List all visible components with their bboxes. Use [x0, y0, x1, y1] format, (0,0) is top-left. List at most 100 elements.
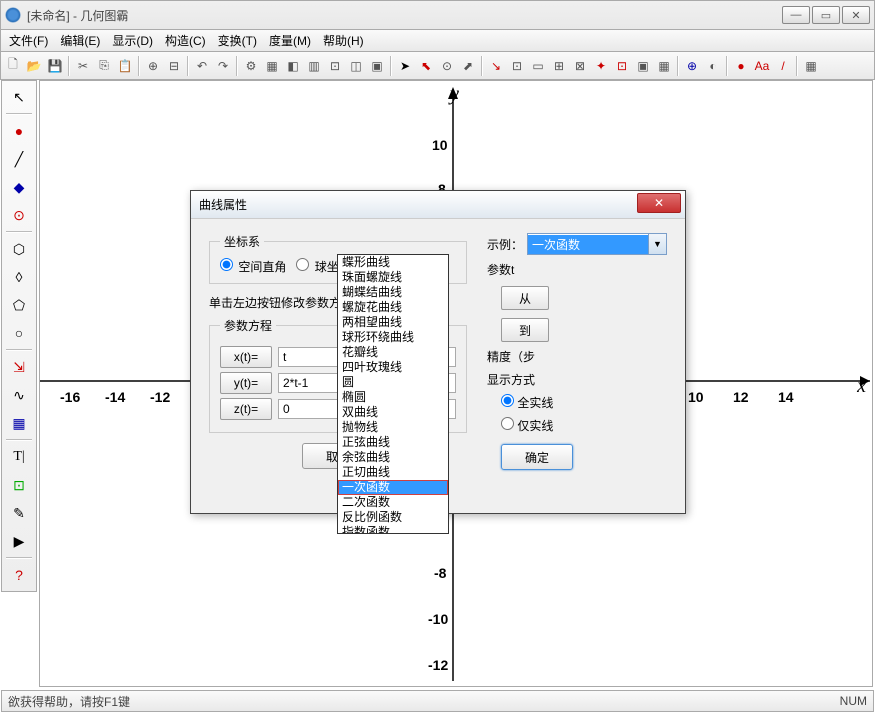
- menu-help[interactable]: 帮助(H): [317, 30, 370, 51]
- dropdown-option[interactable]: 余弦曲线: [338, 450, 448, 465]
- tool-icon[interactable]: ⊡: [325, 56, 345, 76]
- dropdown-option[interactable]: 指数函数: [338, 525, 448, 534]
- menu-transform[interactable]: 变换(T): [212, 30, 263, 51]
- pointer-tool-icon[interactable]: ↖: [3, 83, 35, 111]
- ok-button[interactable]: 确定: [501, 444, 573, 470]
- tool-icon[interactable]: ●: [731, 56, 751, 76]
- coord-legend: 坐标系: [220, 233, 264, 250]
- tool-icon[interactable]: ▦: [801, 56, 821, 76]
- dropdown-option[interactable]: 正切曲线: [338, 465, 448, 480]
- new-icon[interactable]: 🗋: [3, 56, 23, 76]
- tool-icon[interactable]: ⊕: [682, 56, 702, 76]
- dropdown-option[interactable]: 蝶形曲线: [338, 255, 448, 270]
- point-tool-icon[interactable]: ●: [3, 117, 35, 145]
- curve-tool-icon[interactable]: ∿: [3, 381, 35, 409]
- sphere-tool-icon[interactable]: ○: [3, 319, 35, 347]
- dropdown-option[interactable]: 球形环绕曲线: [338, 330, 448, 345]
- from-button[interactable]: 从: [501, 286, 549, 310]
- display-radio-full[interactable]: 全实线: [501, 394, 553, 411]
- tool-icon[interactable]: ↘: [486, 56, 506, 76]
- prism-tool-icon[interactable]: ⬠: [3, 291, 35, 319]
- dropdown-option[interactable]: 椭圆: [338, 390, 448, 405]
- copy-icon[interactable]: ⎘: [94, 56, 114, 76]
- open-icon[interactable]: 📂: [24, 56, 44, 76]
- tool-icon[interactable]: ⊙: [437, 56, 457, 76]
- axes-tool-icon[interactable]: ⇲: [3, 353, 35, 381]
- text-tool-icon[interactable]: T|: [3, 443, 35, 471]
- redo-icon[interactable]: ↷: [213, 56, 233, 76]
- menu-edit[interactable]: 编辑(E): [54, 30, 106, 51]
- tool-icon[interactable]: ▣: [633, 56, 653, 76]
- tool-icon[interactable]: ⊠: [570, 56, 590, 76]
- tool-icon[interactable]: ⊡: [507, 56, 527, 76]
- dropdown-option-highlighted[interactable]: 一次函数: [338, 480, 448, 495]
- undo-icon[interactable]: ↶: [192, 56, 212, 76]
- tool-icon[interactable]: ⊞: [549, 56, 569, 76]
- dialog-close-button[interactable]: ✕: [637, 193, 681, 213]
- menu-file[interactable]: 文件(F): [3, 30, 54, 51]
- example-combobox[interactable]: 一次函数 ▼: [527, 233, 667, 255]
- arrow-icon[interactable]: ➤: [395, 56, 415, 76]
- text-icon[interactable]: Aa: [752, 56, 772, 76]
- save-icon[interactable]: 💾: [45, 56, 65, 76]
- chevron-down-icon[interactable]: ▼: [648, 234, 666, 254]
- dropdown-option[interactable]: 双曲线: [338, 405, 448, 420]
- menu-measure[interactable]: 度量(M): [263, 30, 317, 51]
- yt-button[interactable]: y(t)=: [220, 372, 272, 394]
- tool-icon[interactable]: ▭: [528, 56, 548, 76]
- tool-icon[interactable]: ✦: [591, 56, 611, 76]
- tool-icon[interactable]: ⊡: [612, 56, 632, 76]
- dropdown-option[interactable]: 反比例函数: [338, 510, 448, 525]
- dropdown-option[interactable]: 花瓣线: [338, 345, 448, 360]
- tool-icon[interactable]: ⊕: [143, 56, 163, 76]
- close-button[interactable]: ✕: [842, 6, 870, 24]
- paste-icon[interactable]: 📋: [115, 56, 135, 76]
- to-button[interactable]: 到: [501, 318, 549, 342]
- play-tool-icon[interactable]: ▶: [3, 527, 35, 555]
- display-radio-only[interactable]: 仅实线: [501, 417, 553, 434]
- maximize-button[interactable]: ▭: [812, 6, 840, 24]
- cut-icon[interactable]: ✂: [73, 56, 93, 76]
- pen-tool-icon[interactable]: ✎: [3, 499, 35, 527]
- tool-icon[interactable]: ▦: [262, 56, 282, 76]
- dropdown-option[interactable]: 四叶玫瑰线: [338, 360, 448, 375]
- coord-radio-cartesian[interactable]: 空间直角: [220, 258, 286, 275]
- tool-icon[interactable]: ⬈: [458, 56, 478, 76]
- dropdown-option[interactable]: 抛物线: [338, 420, 448, 435]
- y-tick: 10: [432, 137, 448, 153]
- dropdown-option[interactable]: 圆: [338, 375, 448, 390]
- calc-tool-icon[interactable]: ▦: [3, 409, 35, 437]
- statusbar: 欲获得帮助，请按F1键 NUM: [1, 690, 874, 712]
- tool-icon[interactable]: ▦: [654, 56, 674, 76]
- xt-button[interactable]: x(t)=: [220, 346, 272, 368]
- x-tick: 14: [778, 389, 794, 405]
- tool-icon[interactable]: ◫: [346, 56, 366, 76]
- dropdown-option[interactable]: 两相望曲线: [338, 315, 448, 330]
- menu-display[interactable]: 显示(D): [106, 30, 159, 51]
- dropdown-option[interactable]: 螺旋花曲线: [338, 300, 448, 315]
- line-tool-icon[interactable]: ╱: [3, 145, 35, 173]
- help-tool-icon[interactable]: ?: [3, 561, 35, 589]
- menu-construct[interactable]: 构造(C): [159, 30, 212, 51]
- polygon-tool-icon[interactable]: ◆: [3, 173, 35, 201]
- example-dropdown-list[interactable]: 蝶形曲线 珠面螺旋线 蝴蝶结曲线 螺旋花曲线 两相望曲线 球形环绕曲线 花瓣线 …: [337, 254, 449, 534]
- tool-icon[interactable]: ⊟: [164, 56, 184, 76]
- gear-icon[interactable]: ⚙: [241, 56, 261, 76]
- minimize-button[interactable]: —: [782, 6, 810, 24]
- dropdown-option[interactable]: 蝴蝶结曲线: [338, 285, 448, 300]
- cube-tool-icon[interactable]: ⬡: [3, 235, 35, 263]
- tool-icon[interactable]: ▥: [304, 56, 324, 76]
- dropdown-option[interactable]: 珠面螺旋线: [338, 270, 448, 285]
- circle-tool-icon[interactable]: ⊙: [3, 201, 35, 229]
- x-tick: 12: [733, 389, 749, 405]
- tool-icon[interactable]: ◧: [283, 56, 303, 76]
- solid-tool-icon[interactable]: ◊: [3, 263, 35, 291]
- tool-icon[interactable]: ⬉: [416, 56, 436, 76]
- tool-icon[interactable]: ▣: [367, 56, 387, 76]
- zt-button[interactable]: z(t)=: [220, 398, 272, 420]
- dropdown-option[interactable]: 二次函数: [338, 495, 448, 510]
- image-tool-icon[interactable]: ⊡: [3, 471, 35, 499]
- tool-icon[interactable]: ◐: [703, 56, 723, 76]
- dropdown-option[interactable]: 正弦曲线: [338, 435, 448, 450]
- tool-icon[interactable]: /: [773, 56, 793, 76]
